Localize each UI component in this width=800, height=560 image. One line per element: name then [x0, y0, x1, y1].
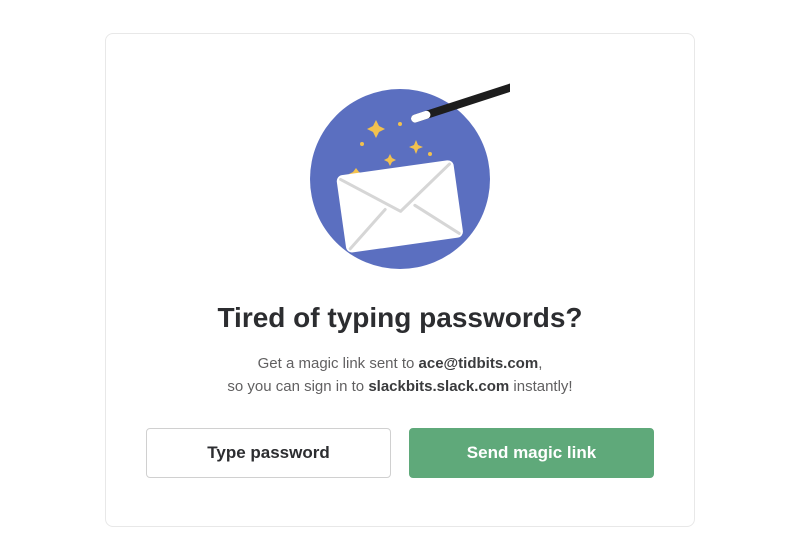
subtext-comma: ,	[538, 355, 542, 372]
magic-link-illustration	[290, 74, 510, 274]
type-password-button[interactable]: Type password	[146, 428, 391, 478]
subtext: Get a magic link sent to ace@tidbits.com…	[146, 352, 654, 399]
heading: Tired of typing passwords?	[146, 302, 654, 334]
subtext-email: ace@tidbits.com	[419, 355, 539, 372]
subtext-line2-suffix: instantly!	[509, 378, 572, 395]
subtext-workspace-url: slackbits.slack.com	[368, 378, 509, 395]
magic-link-card: Tired of typing passwords? Get a magic l…	[105, 33, 695, 528]
button-row: Type password Send magic link	[146, 428, 654, 478]
send-magic-link-button[interactable]: Send magic link	[409, 428, 654, 478]
subtext-line2-prefix: so you can sign in to	[227, 378, 368, 395]
subtext-line1-prefix: Get a magic link sent to	[258, 355, 419, 372]
